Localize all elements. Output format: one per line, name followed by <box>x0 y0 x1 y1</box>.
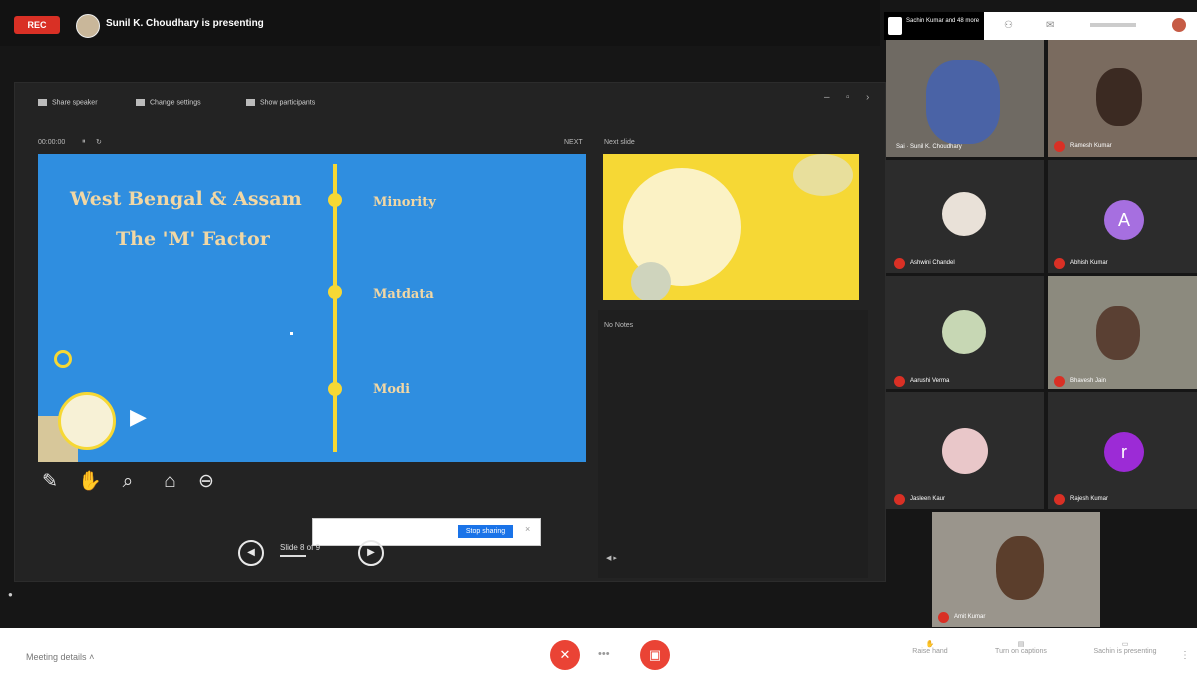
participant-video <box>1096 306 1140 360</box>
mic-off-icon <box>1054 141 1065 152</box>
participant-tile[interactable]: Bhavesh Jain <box>1048 276 1197 389</box>
participant-tile[interactable]: Jasleen Kaur <box>886 392 1044 509</box>
top-right-controls: ⚇ ✉ <box>984 12 1197 40</box>
avatar <box>888 17 902 35</box>
current-slide: West Bengal & Assam The 'M' Factor Minor… <box>38 154 586 462</box>
toolbar-show-participants[interactable]: Show participants <box>246 99 315 106</box>
participant-video <box>996 536 1044 600</box>
mic-off-icon <box>894 494 905 505</box>
timer-label: 00:00:00 <box>38 139 66 146</box>
decor-circle <box>631 262 671 300</box>
chevron-left-icon[interactable]: ◀ <box>238 540 264 566</box>
avatar <box>942 310 986 354</box>
present-icon: ▭ <box>1121 641 1129 648</box>
mic-off-icon <box>1054 258 1065 269</box>
hand-icon: ✋ <box>925 641 935 648</box>
participant-video <box>1096 68 1142 126</box>
play-arrow-icon: ▶ <box>130 404 147 429</box>
speaker-notes: No Notes ◀ ▸ <box>598 310 868 578</box>
camera-off-icon[interactable]: ▣ <box>640 640 670 670</box>
people-icon <box>246 99 255 106</box>
avatar[interactable] <box>1172 18 1186 32</box>
timeline-dot <box>328 382 342 396</box>
mic-off-icon <box>894 258 905 269</box>
decor-circle <box>793 154 853 196</box>
mic-off-icon <box>1054 376 1065 387</box>
captions-button[interactable]: ▤ Turn on captions <box>986 640 1056 655</box>
notes-font-icon[interactable]: ◀ ▸ <box>606 554 617 562</box>
toolbar-change-settings[interactable]: Change settings <box>136 99 201 106</box>
pen-icon[interactable]: ✎ <box>38 470 62 494</box>
minimize-icon[interactable]: – <box>824 92 830 103</box>
decor-dot <box>290 332 293 335</box>
recording-badge: REC <box>14 16 60 34</box>
timeline-dot <box>328 193 342 207</box>
avatar: r <box>1104 432 1144 472</box>
search-icon[interactable]: ⌕ <box>116 470 140 494</box>
presenter-view-icon[interactable]: ⌂ <box>158 470 182 494</box>
close-icon[interactable]: × <box>525 524 530 534</box>
presenter-avatar <box>76 14 100 38</box>
avatar: A <box>1104 200 1144 240</box>
slide-item-modi: Modi <box>373 382 411 397</box>
slide-title-line1: West Bengal & Assam <box>70 188 302 210</box>
timeline-line <box>333 164 337 452</box>
decor-ring <box>54 350 72 368</box>
more-icon[interactable]: ••• <box>598 648 610 660</box>
toolbar-share-speaker[interactable]: Share speaker <box>38 99 98 106</box>
mic-off-icon <box>938 612 949 623</box>
more-options-icon[interactable]: ⋮ <box>1180 650 1190 661</box>
participant-tile[interactable]: A Abhish Kumar <box>1048 160 1197 273</box>
sharing-popup: Stop sharing × <box>312 518 541 546</box>
avatar <box>942 428 988 474</box>
slide-progress <box>280 555 306 557</box>
participant-tile[interactable]: Ramesh Kumar <box>1048 40 1197 157</box>
reset-icon[interactable]: ↻ <box>96 138 102 146</box>
grab-icon[interactable]: ✋ <box>78 470 102 494</box>
pointer-icon: ● <box>8 590 13 599</box>
participant-tile[interactable]: Aarushi Verma <box>886 276 1044 389</box>
slide-title-line2: The 'M' Factor <box>116 228 270 250</box>
slide-counter: Slide 8 of 9 <box>280 543 340 557</box>
time-display <box>1090 23 1136 27</box>
captions-icon: ▤ <box>1017 641 1025 648</box>
chat-icon[interactable]: ✉ <box>1046 20 1054 31</box>
decor-circle <box>58 392 116 450</box>
chevron-right-icon[interactable]: ▶ <box>358 540 384 566</box>
meeting-details-button[interactable]: Meeting details ˄ <box>26 652 94 662</box>
presenting-button[interactable]: ▭ Sachin is presenting <box>1088 640 1162 655</box>
timeline-dot <box>328 285 342 299</box>
participant-tile[interactable]: Amit Kumar <box>932 512 1100 627</box>
next-slide-label: Next slide <box>604 139 635 146</box>
speaker-icon <box>38 99 47 106</box>
participant-count-chip[interactable]: Sachin Kumar and 48 more <box>884 12 984 40</box>
participant-video <box>926 60 1000 144</box>
close-icon[interactable]: › <box>866 92 869 103</box>
next-slide-thumbnail[interactable] <box>603 154 859 300</box>
slide-item-minority: Minority <box>373 195 436 210</box>
chevron-up-icon: ˄ <box>89 652 95 662</box>
mic-off-icon[interactable]: ✕ <box>550 640 580 670</box>
notes-label: No Notes <box>604 322 634 329</box>
mic-off-icon <box>1054 494 1065 505</box>
avatar <box>942 192 986 236</box>
participant-tile[interactable]: Sai · Sunil K. Choudhary <box>886 40 1044 157</box>
pause-icon[interactable]: ⏸ <box>82 138 86 146</box>
participant-tile[interactable]: r Rajesh Kumar <box>1048 392 1197 509</box>
settings-icon <box>136 99 145 106</box>
mic-off-icon <box>894 376 905 387</box>
presenting-status: Sunil K. Choudhary is presenting <box>106 18 264 29</box>
raise-hand-button[interactable]: ✋ Raise hand <box>900 640 960 655</box>
slide-item-matdata: Matdata <box>373 287 434 302</box>
stop-sharing-button[interactable]: Stop sharing <box>458 525 513 538</box>
next-label: NEXT <box>564 139 583 146</box>
zoom-out-icon[interactable]: ⊖ <box>194 470 218 494</box>
maximize-icon[interactable]: ▫ <box>846 92 850 103</box>
people-icon[interactable]: ⚇ <box>1004 20 1013 31</box>
participant-tile[interactable]: Ashwini Chandel <box>886 160 1044 273</box>
